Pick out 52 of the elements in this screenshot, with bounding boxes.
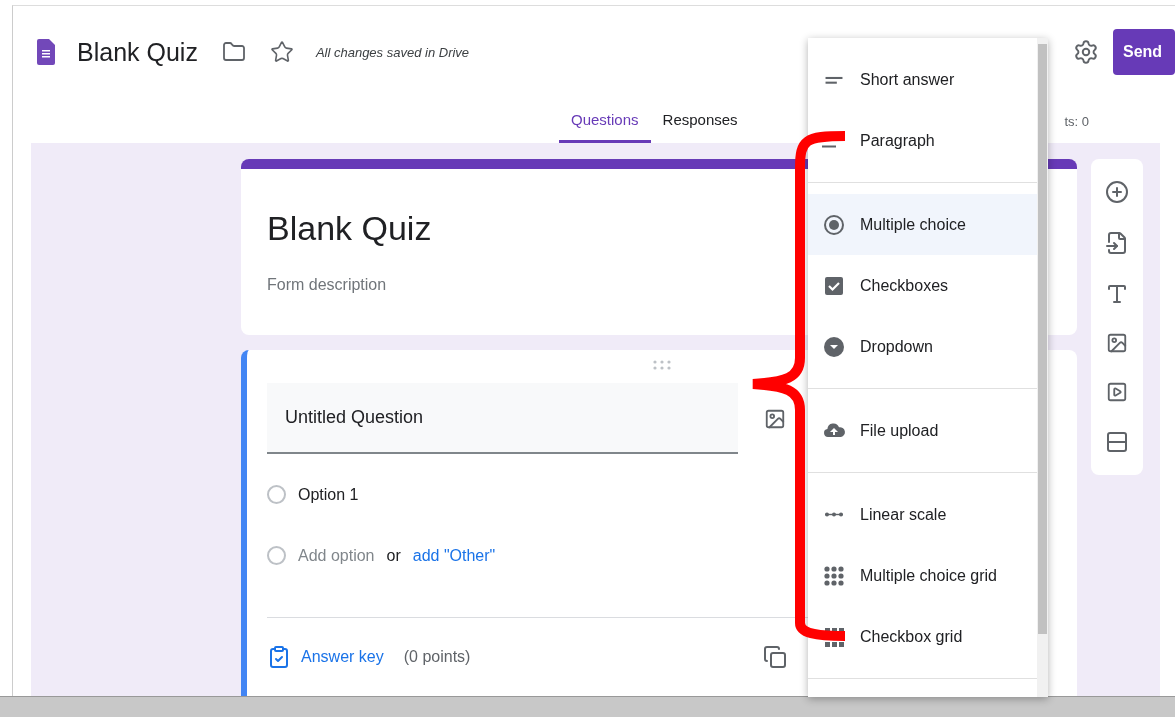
add-other-link[interactable]: add "Other" (412, 546, 496, 565)
points-total: ts: 0 (1064, 114, 1089, 129)
save-status: All changes saved in Drive (315, 44, 470, 60)
forms-logo-icon[interactable] (37, 39, 55, 65)
menu-item[interactable]: Multiple choice (808, 194, 1037, 255)
image-icon[interactable] (764, 407, 786, 430)
add-option-text[interactable]: Add option (298, 546, 375, 565)
menu-item[interactable]: Paragraph (808, 110, 1037, 171)
question-field[interactable]: Untitled Question (267, 383, 738, 454)
dot-grid-icon (822, 563, 846, 588)
section-icon[interactable] (1105, 429, 1129, 454)
menu-item-label: Multiple choice grid (860, 566, 997, 585)
menu-item[interactable]: Checkboxes (808, 255, 1037, 316)
menu-item[interactable]: Linear scale (808, 484, 1037, 545)
dropdown-icon (822, 334, 846, 359)
radio-icon (822, 212, 846, 237)
add-question-icon[interactable] (1105, 180, 1129, 205)
import-icon[interactable] (1105, 231, 1129, 255)
drag-handle-icon[interactable] (653, 360, 671, 370)
copy-icon[interactable] (763, 645, 787, 669)
form-title[interactable]: Blank Quiz (77, 37, 198, 67)
menu-item-label: Paragraph (860, 131, 935, 150)
answer-key-icon[interactable] (267, 645, 291, 669)
option-label[interactable]: Option 1 (298, 485, 359, 504)
send-button[interactable]: Send (1113, 29, 1175, 75)
short-line-icon (822, 145, 836, 148)
settings-icon[interactable] (1073, 39, 1099, 65)
menu-item-label: File upload (860, 421, 939, 440)
menu-item[interactable]: Checkbox grid (808, 606, 1037, 667)
tab[interactable]: Responses (650, 111, 750, 143)
menu-item-label: Checkbox grid (860, 627, 963, 646)
menu-item-label: Short answer (860, 70, 955, 89)
radio-button[interactable] (267, 485, 286, 504)
menu-item-label: Checkboxes (860, 276, 949, 295)
answer-key-link[interactable]: Answer key (301, 648, 384, 666)
points-text: (0 points) (403, 648, 471, 666)
dots-line-icon (822, 512, 846, 517)
form-heading[interactable]: Blank Quiz (267, 209, 432, 248)
menu-item[interactable]: Short answer (808, 49, 1037, 110)
scrollbar[interactable] (1037, 38, 1048, 697)
description-field[interactable]: Form description (267, 276, 667, 294)
menu-item[interactable]: Multiple choice grid (808, 545, 1037, 606)
menu-item-label: Linear scale (860, 505, 947, 524)
menu-item[interactable]: Dropdown (808, 316, 1037, 377)
star-icon[interactable] (269, 40, 294, 64)
or-text: or (386, 546, 401, 565)
image-icon[interactable] (1106, 332, 1128, 355)
menu-item[interactable]: File upload (808, 400, 1037, 461)
video-icon[interactable] (1106, 380, 1128, 403)
menu-item-label: Dropdown (860, 337, 933, 356)
menu-item-label: Multiple choice (860, 215, 966, 234)
folder-icon[interactable] (221, 40, 246, 64)
